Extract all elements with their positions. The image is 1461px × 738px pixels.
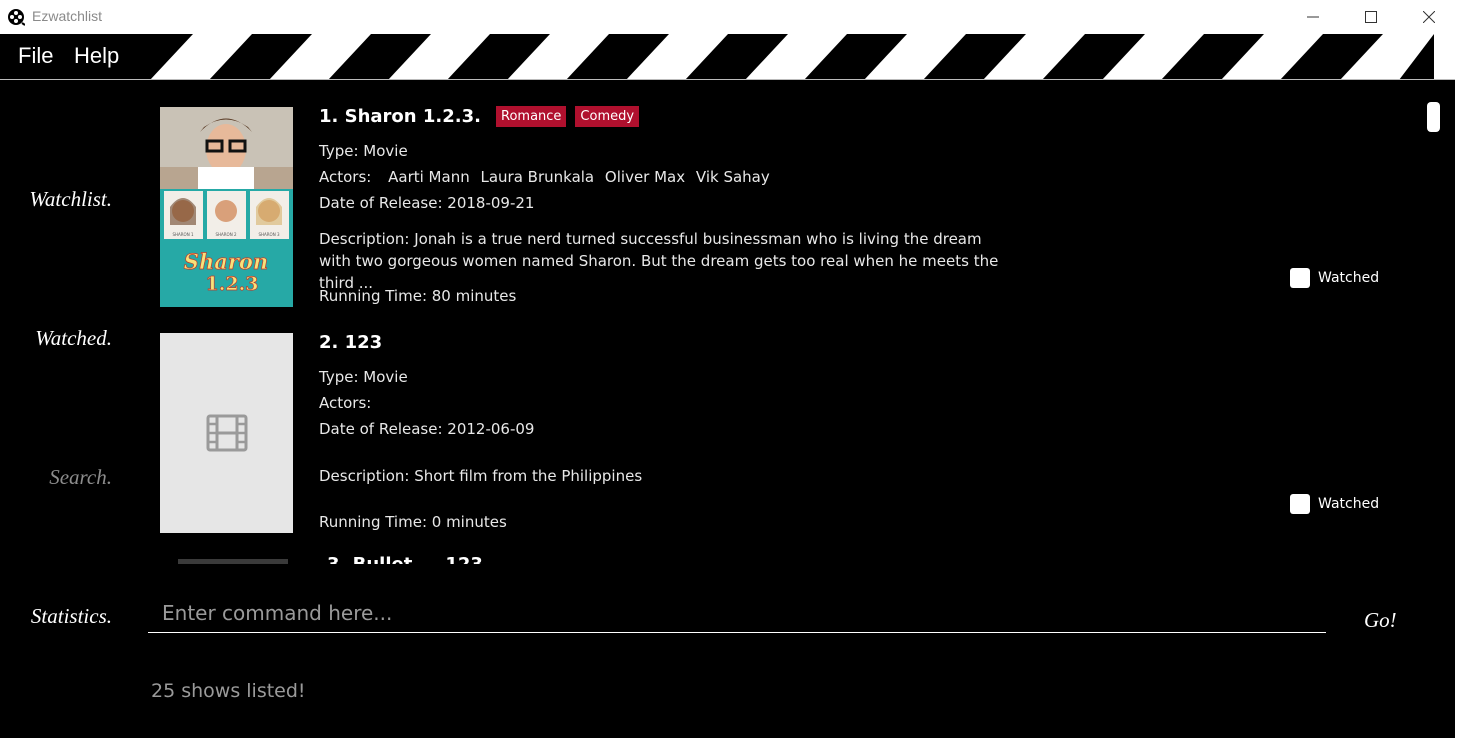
- poster-caption-2: SHARON 2: [215, 232, 236, 237]
- menu-file[interactable]: File: [18, 43, 53, 69]
- watched-label: Watched: [1318, 270, 1380, 286]
- poster-caption-3: SHARON 3: [258, 232, 279, 237]
- sidebar-item-statistics[interactable]: Statistics.: [0, 604, 112, 629]
- watched-checkbox[interactable]: Watched: [1290, 268, 1379, 288]
- show-type: Type: Movie: [319, 368, 408, 386]
- show-type: Type: Movie: [319, 142, 408, 160]
- show-poster: [160, 333, 293, 533]
- show-release-date: Date of Release: 2018-09-21: [319, 194, 535, 212]
- show-card[interactable]: 2. 123 Type: Movie Actors: Date of Relea…: [150, 322, 1420, 536]
- window-titlebar: Ezwatchlist: [0, 0, 1461, 34]
- actors-label: Actors:: [319, 394, 372, 412]
- sidebar-item-watchlist[interactable]: Watchlist.: [0, 187, 112, 212]
- show-description: Description: Jonah is a true nerd turned…: [319, 230, 999, 292]
- show-poster: SHARON 1 SHARON 2 SHARON 3 Sharon 1.2.3: [160, 107, 293, 307]
- maximize-button[interactable]: [1348, 0, 1394, 34]
- checkbox-box[interactable]: [1290, 494, 1310, 514]
- film-reel-icon: [8, 9, 25, 26]
- genre-tags: Romance Comedy: [496, 106, 640, 127]
- checkbox-box[interactable]: [1290, 268, 1310, 288]
- actor-name: Oliver Max: [604, 168, 686, 186]
- list-scrollbar[interactable]: [1427, 102, 1440, 132]
- show-poster: [178, 559, 288, 564]
- window-edge: [1455, 34, 1461, 738]
- close-icon: [1423, 11, 1435, 23]
- svg-text:1.2.3: 1.2.3: [206, 273, 259, 295]
- show-description: Description: Short film from the Philipp…: [319, 467, 643, 485]
- window-title: Ezwatchlist: [32, 8, 103, 24]
- show-running-time: Running Time: 80 minutes: [319, 287, 517, 305]
- actors-label: Actors:: [319, 168, 372, 186]
- minimize-icon: [1307, 16, 1319, 18]
- show-actors: Actors:: [319, 394, 371, 412]
- show-card[interactable]: SHARON 1 SHARON 2 SHARON 3 Sharon 1.2.3 …: [150, 96, 1420, 310]
- go-button[interactable]: Go!: [1364, 608, 1397, 633]
- menu-help[interactable]: Help: [74, 43, 119, 69]
- sidebar-item-watched[interactable]: Watched.: [0, 326, 112, 351]
- maximize-icon: [1365, 11, 1377, 23]
- show-title: 2. 123: [319, 332, 383, 353]
- show-card[interactable]: 3. Bullet ... 123: [150, 548, 1420, 564]
- film-placeholder-icon: [206, 414, 247, 452]
- status-message: 25 shows listed!: [151, 680, 306, 702]
- sidebar-item-search[interactable]: Search.: [0, 465, 112, 490]
- show-running-time: Running Time: 0 minutes: [319, 513, 507, 531]
- command-input[interactable]: [148, 593, 1326, 633]
- actor-name: Aarti Mann: [388, 168, 470, 186]
- show-release-date: Date of Release: 2012-06-09: [319, 420, 535, 438]
- close-button[interactable]: [1406, 0, 1452, 34]
- menu-divider: [0, 79, 1461, 80]
- actor-name: Laura Brunkala: [480, 168, 595, 186]
- watched-label: Watched: [1318, 496, 1380, 512]
- genre-tag: Comedy: [575, 106, 640, 127]
- show-list: SHARON 1 SHARON 2 SHARON 3 Sharon 1.2.3 …: [150, 96, 1420, 564]
- genre-tag: Romance: [496, 106, 567, 127]
- menu-bar: File Help: [0, 34, 1461, 80]
- minimize-button[interactable]: [1290, 0, 1336, 34]
- actor-name: Vik Sahay: [695, 168, 770, 186]
- svg-text:Sharon: Sharon: [184, 249, 268, 274]
- show-title: 1. Sharon 1.2.3.: [319, 106, 481, 127]
- poster-caption-1: SHARON 1: [172, 232, 193, 237]
- show-title: 3. Bullet ... 123: [327, 554, 483, 564]
- show-actors: Actors: Aarti Mann Laura Brunkala Oliver…: [319, 168, 770, 186]
- clapperboard-stripes: [0, 34, 1461, 80]
- watched-checkbox[interactable]: Watched: [1290, 494, 1379, 514]
